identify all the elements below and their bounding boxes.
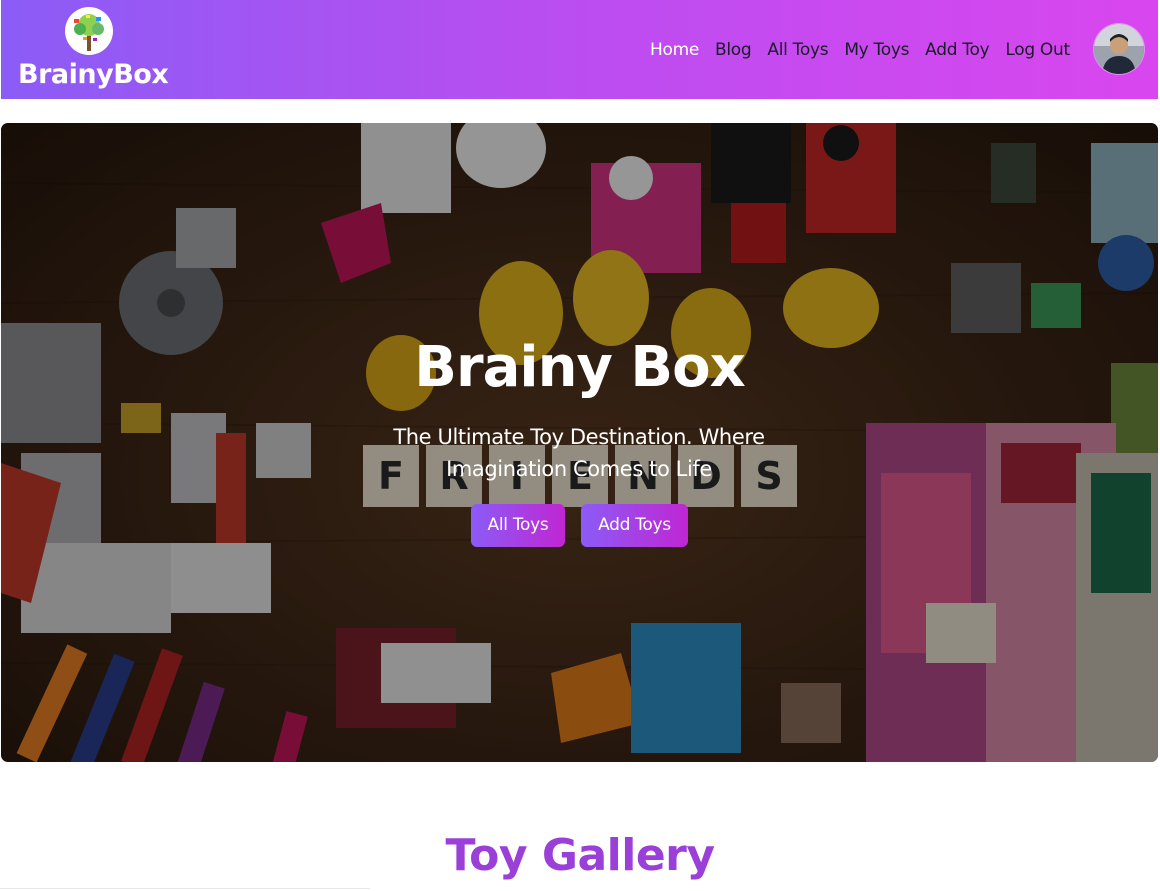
nav-link-home[interactable]: Home (642, 37, 707, 63)
gallery-title: Toy Gallery (445, 830, 715, 881)
nav-link-all-toys[interactable]: All Toys (759, 37, 836, 63)
navbar: BrainyBox Home Blog All Toys My Toys Add… (1, 0, 1158, 99)
add-toys-button[interactable]: Add Toys (581, 504, 688, 547)
brand[interactable]: BrainyBox (18, 6, 169, 96)
nav-link-blog[interactable]: Blog (707, 37, 759, 63)
hero-title: Brainy Box (414, 335, 745, 400)
nav-link-log-out[interactable]: Log Out (997, 37, 1078, 63)
hero-banner: F R I E N D S Brainy Box The Ultimate To… (1, 123, 1158, 762)
all-toys-button[interactable]: All Toys (471, 504, 565, 547)
nav-link-add-toy[interactable]: Add Toy (917, 37, 997, 63)
nav-links: Home Blog All Toys My Toys Add Toy Log O… (642, 37, 1078, 63)
hero-subtitle: The Ultimate Toy Destination. Where Imag… (393, 425, 765, 481)
divider (0, 888, 370, 889)
brand-name: BrainyBox (18, 59, 169, 90)
tree-logo-icon (65, 7, 113, 55)
user-avatar[interactable] (1094, 24, 1144, 74)
nav-link-my-toys[interactable]: My Toys (836, 37, 917, 63)
